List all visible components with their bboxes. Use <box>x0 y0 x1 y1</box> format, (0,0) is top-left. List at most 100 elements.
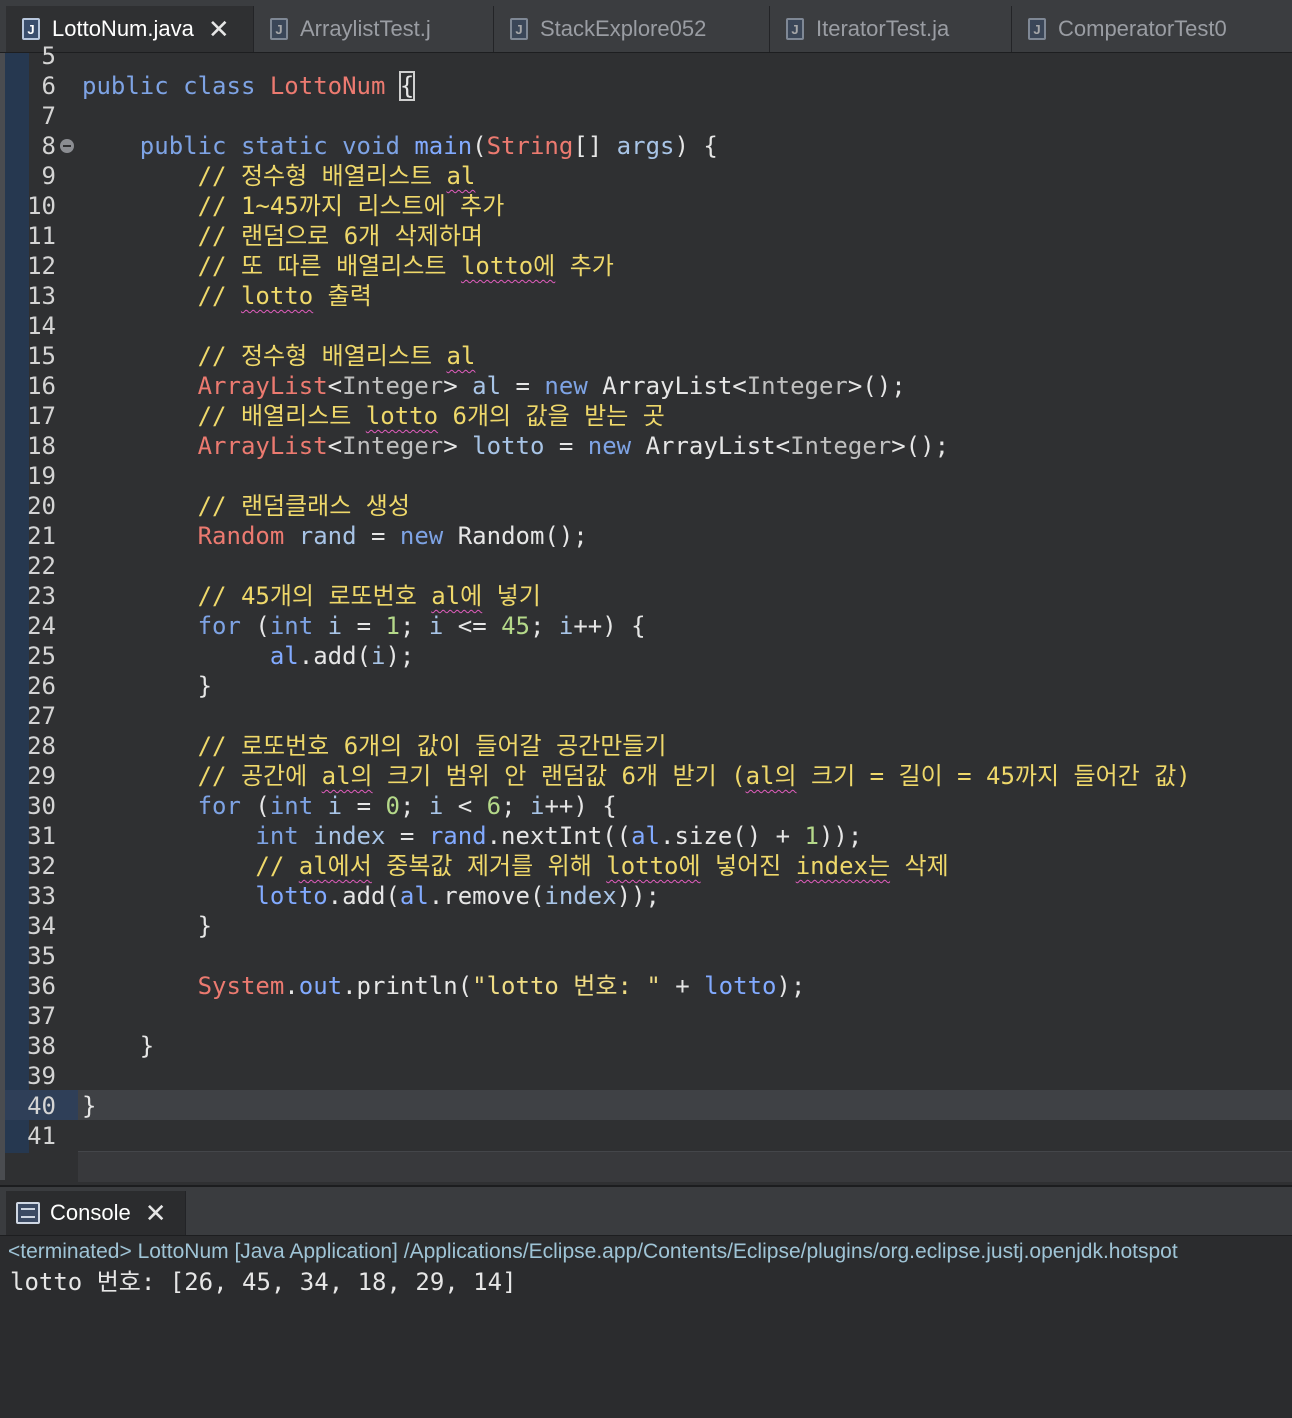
code-text: } <box>82 1091 96 1121</box>
tab-iteratortest[interactable]: J IteratorTest.ja <box>770 6 1012 52</box>
line-number: 33 <box>27 882 56 910</box>
code-token: out <box>298 972 343 1000</box>
code-text: // 로또번호 6개의 값이 들어갈 공간만들기 <box>82 731 667 761</box>
fold-collapse-icon[interactable] <box>60 139 74 153</box>
line-number: 31 <box>27 822 56 850</box>
line-number: 35 <box>27 942 56 970</box>
code-token: i <box>428 792 444 820</box>
code-token: al의 <box>745 762 797 790</box>
code-token: i <box>428 612 444 640</box>
line-number: 18 <box>27 432 56 460</box>
code-token: = <box>356 522 400 550</box>
console-output[interactable]: lotto 번호: [26, 45, 34, 18, 29, 14] <box>10 1267 517 1297</box>
code-token: al <box>446 342 476 370</box>
code-token: 0 <box>385 792 400 820</box>
code-token: )); <box>616 882 660 910</box>
code-token: // 또 따른 배열리스트 <box>197 252 461 280</box>
tab-console[interactable]: Console ✕ <box>6 1191 186 1235</box>
code-token: i <box>558 612 574 640</box>
code-text: // 1~45까지 리스트에 추가 <box>82 191 505 221</box>
code-token: } <box>82 1032 155 1060</box>
line-number: 19 <box>27 462 56 490</box>
code-token: // <box>255 852 299 880</box>
line-number: 21 <box>27 522 56 550</box>
code-text: for (int i = 0; i < 6; i++) { <box>82 791 617 821</box>
code-token: .remove( <box>428 882 545 910</box>
code-token: ArrayList< <box>631 432 791 460</box>
code-token: } <box>82 912 213 940</box>
tab-comperatortest0[interactable]: J ComperatorTest0 <box>1012 6 1292 52</box>
line-number: 6 <box>41 72 56 100</box>
code-token: // 1~45까지 리스트에 추가 <box>197 192 505 220</box>
code-token: // 45개의 로또번호 <box>197 582 432 610</box>
code-token: } <box>82 672 213 700</box>
code-token: .add( <box>327 882 400 910</box>
close-console-icon[interactable]: ✕ <box>145 1198 167 1229</box>
code-token: i <box>530 792 545 820</box>
code-token: ++) { <box>544 792 617 820</box>
code-token: >(); <box>891 432 950 460</box>
code-token: // 정수형 배열리스트 <box>197 162 447 190</box>
line-number: 12 <box>27 252 56 280</box>
line-number: 17 <box>27 402 56 430</box>
monitor-icon <box>16 1202 40 1224</box>
gutter-bottom <box>5 1153 78 1181</box>
console-tab-label: Console <box>50 1200 131 1225</box>
code-token: >(); <box>847 372 906 400</box>
close-tab-icon[interactable]: ✕ <box>208 14 230 45</box>
code-text: // lotto 출력 <box>82 281 372 311</box>
tab-arraylisttest[interactable]: J ArraylistTest.j <box>254 6 494 52</box>
code-text: // 랜덤으로 6개 삭제하며 <box>82 221 483 251</box>
code-token: Random <box>197 522 285 550</box>
tab-label: LottoNum.java <box>52 16 194 41</box>
code-token: lotto <box>255 882 328 910</box>
code-text: ArrayList<Integer> lotto = new ArrayList… <box>82 431 949 461</box>
line-number: 32 <box>27 852 56 880</box>
tab-label: ArraylistTest.j <box>300 16 431 41</box>
code-token: index는 <box>795 852 891 880</box>
code-text: // 랜덤클래스 생성 <box>82 491 410 521</box>
code-token: 크기 = 길이 = 45까지 들어간 값) <box>796 762 1191 790</box>
java-file-icon: J <box>270 18 288 40</box>
code-token: // 로또번호 6개의 값이 들어갈 공간만들기 <box>197 732 667 760</box>
java-file-icon: J <box>786 18 804 40</box>
code-token: static <box>240 132 328 160</box>
code-token: ; <box>399 612 429 640</box>
code-token: al <box>269 642 299 670</box>
line-number: 24 <box>27 612 56 640</box>
code-token: Integer <box>790 432 892 460</box>
tab-label: ComperatorTest0 <box>1058 16 1227 41</box>
code-token: ArrayList <box>197 432 328 460</box>
tab-stackexplore052[interactable]: J StackExplore052 <box>494 6 770 52</box>
editor-tab-bar: J LottoNum.java ✕ J ArraylistTest.j J St… <box>0 0 1292 53</box>
code-token: ( <box>240 792 270 820</box>
horizontal-scrollbar[interactable] <box>78 1151 1292 1182</box>
console-view: Console ✕ <terminated> LottoNum [Java Ap… <box>0 1185 1292 1418</box>
console-status: <terminated> LottoNum [Java Application]… <box>8 1240 1178 1263</box>
code-text: } <box>82 911 212 941</box>
code-token: al의 <box>321 762 373 790</box>
code-token: > <box>443 372 473 400</box>
code-token: .size() + <box>660 822 805 850</box>
code-editor[interactable]: 5 6 public class LottoNum {7 8 public stati… <box>0 42 1292 1185</box>
code-token: main <box>414 132 473 160</box>
java-file-icon: J <box>510 18 528 40</box>
code-text: public class LottoNum { <box>82 71 416 101</box>
line-number: 15 <box>27 342 56 370</box>
code-token: lotto <box>365 402 439 430</box>
code-token: al <box>446 162 476 190</box>
